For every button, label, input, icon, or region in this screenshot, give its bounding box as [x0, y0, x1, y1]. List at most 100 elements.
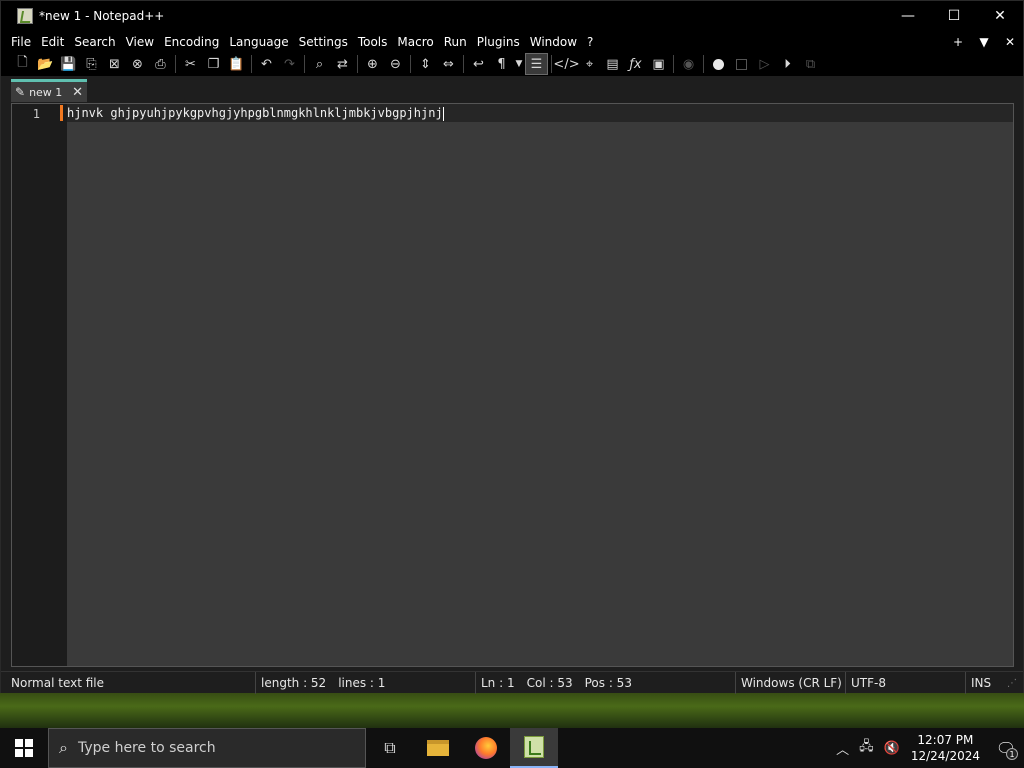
- line-number-gutter[interactable]: 1: [12, 104, 67, 666]
- indent-guide-icon[interactable]: ☰: [525, 53, 548, 75]
- save-icon[interactable]: 💾: [57, 53, 80, 75]
- change-history-marker: [60, 105, 63, 121]
- menu-help[interactable]: ?: [583, 35, 597, 49]
- menu-encoding[interactable]: Encoding: [160, 35, 223, 49]
- line-text: hjnvk ghjpyuhjpykgpvhgjyhpgblnmgkhlnkljm…: [67, 106, 443, 120]
- system-tray: ︿ 🖧 🔇 12:07 PM 12/24/2024 🗨 1: [831, 728, 1024, 768]
- toolbar-separator: [703, 55, 704, 73]
- function-list-icon[interactable]: ƒx: [624, 53, 647, 75]
- menu-search[interactable]: Search: [70, 35, 119, 49]
- tab-label: new 1: [29, 85, 63, 99]
- notification-center-icon[interactable]: 🗨 1: [988, 728, 1024, 768]
- folder-as-workspace-icon[interactable]: ▣: [647, 53, 670, 75]
- status-eol[interactable]: Windows (CR LF): [735, 672, 845, 694]
- file-explorer-icon[interactable]: [414, 728, 462, 768]
- close-all-icon[interactable]: ⊗: [126, 53, 149, 75]
- undo-icon[interactable]: ↶: [255, 53, 278, 75]
- minimize-button[interactable]: —: [885, 1, 931, 31]
- record-macro-icon[interactable]: [707, 53, 730, 75]
- taskbar: ⌕ Type here to search ⧉ ︿ 🖧 🔇 12:07 PM 1…: [0, 728, 1024, 768]
- close-document-icon[interactable]: ✕: [997, 35, 1023, 49]
- tab-close-icon[interactable]: ✕: [72, 85, 83, 100]
- tab-list-dropdown-icon[interactable]: ▼: [971, 35, 997, 49]
- editor-area[interactable]: 1 hjnvk ghjpyuhjpykgpvhgjyhpgblnmgkhlnkl…: [11, 103, 1014, 667]
- volume-muted-icon[interactable]: 🔇: [884, 741, 900, 756]
- toolbar-separator: [673, 55, 674, 73]
- notepadpp-window: *new 1 - Notepad++ — ☐ ✕ File Edit Searc…: [0, 0, 1024, 694]
- sync-horizontal-scroll-icon[interactable]: ⇔: [437, 53, 460, 75]
- menu-settings[interactable]: Settings: [295, 35, 352, 49]
- status-encoding[interactable]: UTF-8: [845, 672, 965, 694]
- toolbar-separator: [551, 55, 552, 73]
- dropdown-arrow-icon[interactable]: ▼: [513, 53, 525, 75]
- menu-tools[interactable]: Tools: [354, 35, 392, 49]
- toolbar-separator: [410, 55, 411, 73]
- menu-language[interactable]: Language: [225, 35, 292, 49]
- paste-icon[interactable]: 📋: [225, 53, 248, 75]
- menu-plugins[interactable]: Plugins: [473, 35, 524, 49]
- windows-logo-icon: [15, 739, 33, 757]
- close-file-icon[interactable]: ⊠: [103, 53, 126, 75]
- new-file-icon[interactable]: 🗋: [11, 53, 34, 75]
- redo-icon[interactable]: ↷: [278, 53, 301, 75]
- clock-time: 12:07 PM: [917, 733, 974, 747]
- word-wrap-icon[interactable]: ↩: [467, 53, 490, 75]
- show-all-characters-icon[interactable]: ¶: [490, 53, 513, 75]
- document-map-icon[interactable]: ⌖: [578, 53, 601, 75]
- taskbar-search-box[interactable]: ⌕ Type here to search: [48, 728, 366, 768]
- stop-recording-icon[interactable]: [730, 53, 753, 75]
- sync-vertical-scroll-icon[interactable]: ⇕: [414, 53, 437, 75]
- toolbar: 🗋 📂 💾 ⎘ ⊠ ⊗ ⎙ ✂ ❐ 📋 ↶ ↷ ⌕ ⇄ ⊕ ⊖ ⇕ ⇔ ↩ ¶ …: [1, 52, 1023, 76]
- menu-edit[interactable]: Edit: [37, 35, 68, 49]
- status-col: Col : 53: [526, 676, 573, 690]
- search-icon: ⌕: [59, 738, 68, 757]
- tab-new-1[interactable]: ✎ new 1 ✕: [11, 79, 87, 102]
- save-all-icon[interactable]: ⎘: [80, 53, 103, 75]
- clock-date: 12/24/2024: [910, 749, 980, 763]
- menu-file[interactable]: File: [7, 35, 35, 49]
- status-insert-mode[interactable]: INS: [965, 672, 1005, 694]
- resize-grip-icon[interactable]: ⋰: [1007, 678, 1017, 689]
- save-macro-icon[interactable]: ⧉: [799, 53, 822, 75]
- close-button[interactable]: ✕: [977, 1, 1023, 31]
- menu-macro[interactable]: Macro: [393, 35, 437, 49]
- zoom-out-icon[interactable]: ⊖: [384, 53, 407, 75]
- document-list-icon[interactable]: ▤: [601, 53, 624, 75]
- menu-view[interactable]: View: [122, 35, 158, 49]
- title-bar[interactable]: *new 1 - Notepad++ — ☐ ✕: [1, 1, 1023, 31]
- tab-bar: ✎ new 1 ✕: [1, 76, 1023, 103]
- search-placeholder: Type here to search: [77, 740, 216, 756]
- print-icon[interactable]: ⎙: [149, 53, 172, 75]
- run-macro-multiple-icon[interactable]: ⏵: [776, 53, 799, 75]
- find-icon[interactable]: ⌕: [308, 53, 331, 75]
- play-macro-icon[interactable]: ▷: [753, 53, 776, 75]
- replace-icon[interactable]: ⇄: [331, 53, 354, 75]
- modified-pencil-icon: ✎: [15, 85, 26, 99]
- clock[interactable]: 12:07 PM 12/24/2024: [911, 732, 980, 764]
- start-button[interactable]: [0, 728, 48, 768]
- text-caret: [442, 106, 444, 121]
- new-tab-plus-icon[interactable]: +: [945, 35, 971, 49]
- status-position: Ln : 1 Col : 53 Pos : 53: [475, 672, 735, 694]
- task-view-icon[interactable]: ⧉: [366, 728, 414, 768]
- monitoring-icon[interactable]: ◉: [677, 53, 700, 75]
- toolbar-separator: [175, 55, 176, 73]
- status-ln: Ln : 1: [481, 676, 515, 690]
- notepadpp-taskbar-icon[interactable]: [510, 728, 558, 768]
- firefox-icon[interactable]: [462, 728, 510, 768]
- cut-icon[interactable]: ✂: [179, 53, 202, 75]
- status-bar: Normal text file length : 52 lines : 1 L…: [1, 671, 1023, 694]
- copy-icon[interactable]: ❐: [202, 53, 225, 75]
- status-pos: Pos : 53: [584, 676, 632, 690]
- language-tags-icon[interactable]: </>: [553, 53, 579, 75]
- menu-bar: File Edit Search View Encoding Language …: [1, 31, 1023, 52]
- network-icon[interactable]: 🖧: [859, 737, 874, 759]
- open-folder-icon[interactable]: 📂: [34, 53, 57, 75]
- menu-run[interactable]: Run: [440, 35, 471, 49]
- zoom-in-icon[interactable]: ⊕: [361, 53, 384, 75]
- show-hidden-icons-chevron-icon[interactable]: ︿: [836, 739, 849, 758]
- maximize-button[interactable]: ☐: [931, 1, 977, 31]
- notepadpp-app-icon[interactable]: [17, 8, 33, 24]
- editor-line[interactable]: hjnvk ghjpyuhjpykgpvhgjyhpgblnmgkhlnkljm…: [67, 106, 444, 121]
- menu-window[interactable]: Window: [526, 35, 581, 49]
